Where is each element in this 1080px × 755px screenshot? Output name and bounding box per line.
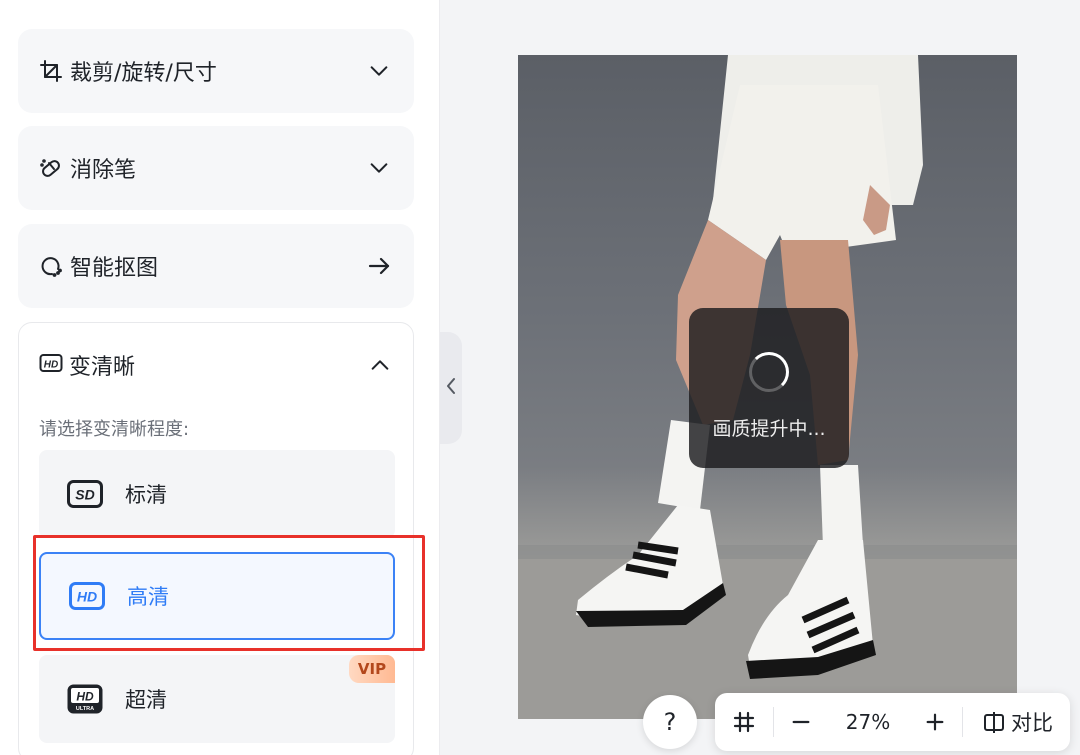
enhance-panel-label: 变清晰 — [69, 355, 136, 380]
edit-sidebar: 裁剪/旋转/尺寸 消除笔 智能抠图 HD 变清晰 请选择变清晰程度: SD 标清… — [0, 0, 440, 755]
zoom-level: 27% — [845, 710, 891, 734]
compare-button[interactable]: 对比 — [963, 693, 1067, 751]
plus-icon — [926, 713, 944, 731]
svg-text:HD: HD — [77, 589, 97, 605]
enhance-panel-header[interactable]: HD 变清晰 — [39, 345, 395, 385]
sd-badge-icon: SD — [65, 479, 105, 509]
enhance-option-label: 高清 — [127, 585, 169, 609]
zoom-out-button[interactable] — [774, 693, 828, 751]
collapse-sidebar-button[interactable] — [440, 332, 462, 444]
svg-text:ULTRA: ULTRA — [76, 706, 94, 712]
enhance-panel: HD 变清晰 请选择变清晰程度: SD 标清 HD 高清 HD ULTRA 超清… — [18, 322, 414, 755]
help-button[interactable]: ? — [643, 695, 697, 749]
chevron-left-icon — [445, 377, 457, 399]
enhance-option-label: 超清 — [125, 688, 167, 712]
cutout-panel-label: 智能抠图 — [70, 256, 159, 281]
crop-panel-label: 裁剪/旋转/尺寸 — [70, 61, 217, 86]
zoom-in-button[interactable] — [908, 693, 962, 751]
zoom-toolbar: 27% 对比 — [715, 693, 1070, 751]
uhd-badge-icon: HD ULTRA — [65, 684, 105, 714]
grid-toggle-button[interactable] — [715, 693, 773, 751]
hd-badge-icon: HD — [67, 581, 107, 611]
svg-text:HD: HD — [76, 690, 94, 704]
eraser-panel-label: 消除笔 — [70, 158, 137, 183]
chevron-up-icon[interactable] — [365, 350, 395, 380]
arrow-right-icon[interactable] — [364, 251, 394, 281]
hd-icon: HD — [39, 352, 63, 378]
loading-text: 画质提升中... — [712, 418, 826, 440]
enhance-loading-overlay: 画质提升中... — [689, 308, 849, 468]
eraser-panel[interactable]: 消除笔 — [18, 126, 414, 210]
crop-icon — [38, 58, 64, 84]
grid-icon — [733, 711, 755, 733]
chevron-down-icon[interactable] — [364, 153, 394, 183]
smart-cutout-panel[interactable]: 智能抠图 — [18, 224, 414, 308]
svg-text:HD: HD — [44, 360, 58, 371]
help-icon: ? — [663, 708, 677, 736]
enhance-level-prompt: 请选择变清晰程度: — [39, 419, 190, 440]
compare-label: 对比 — [1011, 711, 1053, 735]
minus-icon — [792, 720, 810, 724]
enhance-option-sd[interactable]: SD 标清 — [39, 450, 395, 538]
crop-rotate-size-panel[interactable]: 裁剪/旋转/尺寸 — [18, 29, 414, 113]
chevron-down-icon[interactable] — [364, 56, 394, 86]
eraser-icon — [38, 155, 64, 181]
enhance-option-hd[interactable]: HD 高清 — [39, 552, 395, 640]
loading-spinner-icon — [749, 352, 789, 392]
cutout-icon — [38, 253, 64, 279]
vip-badge: VIP — [349, 655, 395, 683]
enhance-option-label: 标清 — [125, 483, 167, 507]
svg-text:SD: SD — [75, 487, 94, 503]
compare-icon — [984, 712, 1004, 733]
enhance-option-uhd[interactable]: HD ULTRA 超清 VIP — [39, 655, 395, 743]
